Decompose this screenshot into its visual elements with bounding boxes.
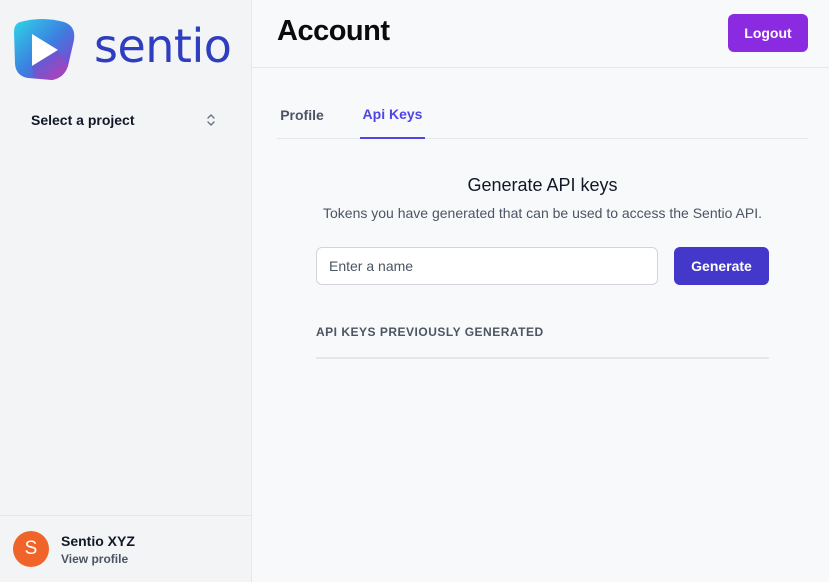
sidebar: sentio Select a project S Sentio XYZ Vie…: [0, 0, 252, 582]
generate-api-keys-description: Tokens you have generated that can be us…: [323, 205, 762, 221]
project-select-label: Select a project: [31, 112, 135, 128]
user-name: Sentio XYZ: [61, 532, 135, 549]
project-select[interactable]: Select a project: [20, 104, 226, 136]
key-name-input[interactable]: [316, 247, 658, 285]
generate-button[interactable]: Generate: [674, 247, 769, 285]
page-title: Account: [277, 15, 390, 47]
logout-button[interactable]: Logout: [728, 14, 808, 52]
sentio-logo[interactable]: sentio: [12, 16, 232, 82]
account-tabs: Profile Api Keys: [277, 93, 808, 139]
section-divider: [316, 357, 769, 359]
chevron-up-down-icon: [206, 112, 216, 128]
avatar[interactable]: S: [13, 531, 49, 567]
sentio-logo-icon: [14, 19, 75, 80]
view-profile-link[interactable]: View profile: [61, 552, 135, 566]
previous-keys-heading: API KEYS PREVIOUSLY GENERATED: [316, 325, 544, 339]
user-profile[interactable]: S Sentio XYZ View profile: [0, 515, 252, 582]
sentio-wordmark: sentio: [94, 19, 232, 73]
tab-api-keys[interactable]: Api Keys: [360, 93, 425, 139]
generate-api-keys-title: Generate API keys: [467, 175, 618, 195]
page-header: Account Logout: [252, 0, 829, 68]
user-text: Sentio XYZ View profile: [61, 533, 135, 566]
tab-profile[interactable]: Profile: [277, 93, 327, 138]
